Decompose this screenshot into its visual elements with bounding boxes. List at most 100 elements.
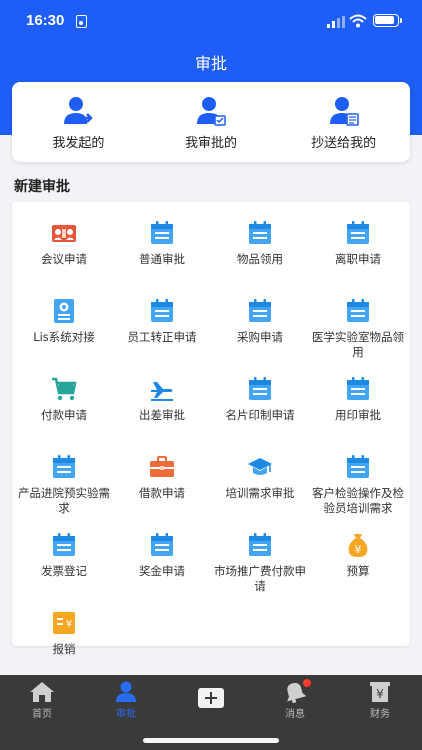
approval-type-label: 借款申请 [139,486,185,500]
meeting-icon [51,220,77,246]
approval-type-item[interactable]: 医学实验室物品领用 [310,292,406,370]
approval-type-item[interactable]: Lis系统对接 [16,292,112,370]
tab-messages[interactable]: 消息 [253,679,337,720]
approval-type-label: 物品领用 [237,252,283,266]
tab-messages-label: 消息 [285,709,305,720]
tab-create[interactable] [169,681,253,710]
calendar-icon [247,220,273,246]
toolbox-icon [149,454,175,480]
approval-type-label: 付款申请 [41,408,87,422]
svg-text:¥: ¥ [376,687,384,701]
approval-type-item[interactable]: 用印审批 [310,370,406,448]
svg-text:¥: ¥ [66,619,72,630]
approval-type-label: 名片印制申请 [225,408,295,422]
plus-icon [198,688,224,708]
tab-home[interactable]: 首页 [0,681,84,720]
approval-type-item[interactable]: 采购申请 [212,292,308,370]
approval-type-label: 发票登记 [41,564,87,578]
approval-type-item[interactable]: 借款申请 [114,448,210,526]
status-bar: 16:30 [0,0,422,44]
approval-types-card: 会议申请 普通审批 物品领用 离职申请 Lis系统对接 员工转正申请 采购申请 医学实验室物品… [12,202,410,656]
status-time: 16:30 [26,12,65,29]
approval-type-label: 客户检验操作及检验员培训需求 [312,486,404,515]
approval-type-item[interactable]: 离职申请 [310,214,406,292]
approval-type-item[interactable]: 出差审批 [114,370,210,448]
approval-type-item[interactable]: 普通审批 [114,214,210,292]
approval-type-label: 用印审批 [335,408,381,422]
message-badge-dot [303,679,311,687]
tab-home-label: 首页 [32,709,52,720]
approval-type-item[interactable]: 付款申请 [16,370,112,448]
tab-finance[interactable]: ¥ 财务 [338,681,422,720]
calendar-icon [149,532,175,558]
person-cc-icon [329,97,359,126]
signal-icon [327,16,345,28]
my-approved-button[interactable]: 我审批的 [145,82,278,162]
approval-type-item[interactable]: 发票登记 [16,526,112,604]
approval-type-item[interactable]: 员工转正申请 [114,292,210,370]
approval-type-item[interactable]: ¥ 预算 [310,526,406,604]
approval-type-label: 奖金申请 [139,564,185,578]
calendar-icon [51,454,77,480]
cc-to-me-label: 抄送给我的 [311,136,377,151]
approval-type-item[interactable]: 物品领用 [212,214,308,292]
approval-type-item[interactable]: ¥ 报销 [16,604,112,682]
my-initiated-label: 我发起的 [52,136,105,151]
approval-type-label: 产品进院预实验需求 [18,486,110,515]
approval-type-item[interactable]: 奖金申请 [114,526,210,604]
approval-type-label: 会议申请 [41,252,87,266]
document-icon [51,298,77,324]
my-initiated-button[interactable]: 我发起的 [12,82,145,162]
tab-approval[interactable]: 审批 [84,681,168,720]
graduation-cap-icon [247,454,273,480]
approval-type-item[interactable]: 名片印制申请 [212,370,308,448]
approval-type-item[interactable]: 会议申请 [16,214,112,292]
approval-type-label: 医学实验室物品领用 [312,330,404,359]
calendar-icon [247,532,273,558]
quick-actions-card: 我发起的 我审批的 抄送给我的 [12,82,410,162]
approval-type-label: 采购申请 [237,330,283,344]
home-icon [30,682,54,702]
approval-type-item[interactable]: 客户检验操作及检验员培训需求 [310,448,406,526]
calendar-icon [345,220,371,246]
home-indicator [143,738,279,743]
approval-type-label: 培训需求审批 [225,486,295,500]
approval-type-item[interactable]: 产品进院预实验需求 [16,448,112,526]
person-icon [116,681,136,702]
calendar-icon [247,298,273,324]
calendar-icon [51,532,77,558]
approval-type-item[interactable]: 培训需求审批 [212,448,308,526]
wifi-icon [349,14,367,28]
svg-text:¥: ¥ [355,543,362,556]
plane-icon [149,376,175,402]
calendar-icon [149,220,175,246]
sim-card-icon [76,15,87,28]
section-title-new-approval: 新建审批 [14,179,70,195]
approval-type-label: 离职申请 [335,252,381,266]
battery-icon [373,14,402,27]
calendar-icon [345,376,371,402]
approval-type-label: 报销 [52,642,76,656]
finance-icon: ¥ [370,682,390,702]
person-approve-icon [197,97,226,126]
my-approved-label: 我审批的 [185,136,238,151]
cart-icon [51,376,77,402]
approval-type-label: 普通审批 [139,252,185,266]
tab-approval-label: 审批 [116,709,136,720]
calendar-icon [345,454,371,480]
person-send-icon [64,97,94,124]
cc-to-me-button[interactable]: 抄送给我的 [277,82,410,162]
approval-type-label: 出差审批 [139,408,185,422]
bottom-tab-bar: 首页 审批 消息 ¥ 财务 [0,675,422,750]
calendar-icon [345,298,371,324]
receipt-icon: ¥ [51,610,77,636]
page-title: 审批 [194,54,227,73]
approval-types-grid: 会议申请 普通审批 物品领用 离职申请 Lis系统对接 员工转正申请 采购申请 医学实验室物品… [12,214,410,682]
calendar-icon [247,376,273,402]
approval-type-item[interactable]: 市场推广费付款申请 [212,526,308,604]
approval-type-label: 市场推广费付款申请 [214,564,306,593]
approval-type-label: 员工转正申请 [127,330,197,344]
approval-type-label: Lis系统对接 [33,330,95,344]
money-bag-icon: ¥ [345,532,371,558]
tab-finance-label: 财务 [370,709,390,720]
